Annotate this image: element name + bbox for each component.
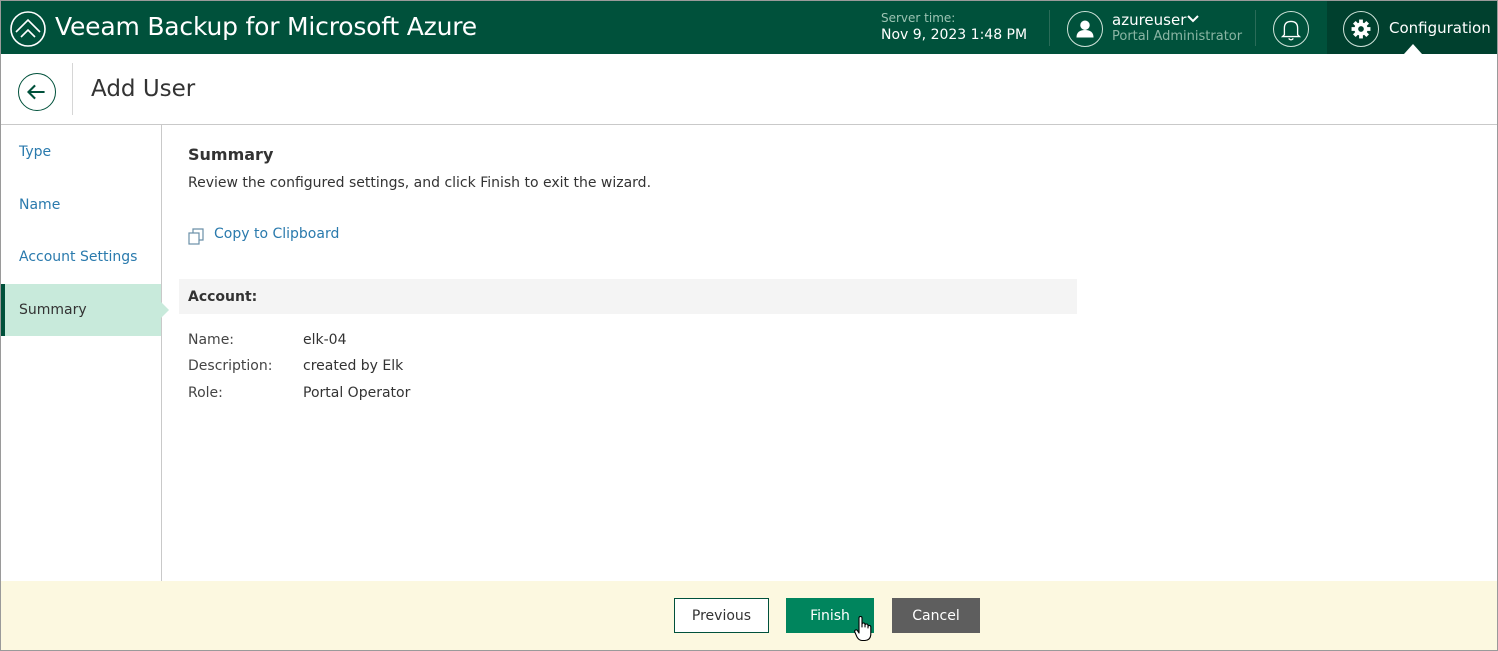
server-time-label: Server time: — [881, 11, 956, 25]
wizard-step-summary[interactable]: Summary — [1, 284, 169, 336]
field-key: Role: — [188, 385, 223, 401]
cancel-button[interactable]: Cancel — [892, 598, 980, 633]
field-key: Name: — [188, 332, 235, 348]
server-time-value: Nov 9, 2023 1:48 PM — [881, 27, 1028, 43]
active-caret — [1404, 44, 1422, 54]
user-role: Portal Administrator — [1112, 29, 1243, 44]
summary-description: Review the configured settings, and clic… — [188, 175, 652, 191]
summary-title: Summary — [188, 145, 274, 164]
gear-icon — [1343, 11, 1379, 47]
app-window: Veeam Backup for Microsoft Azure Server … — [0, 0, 1498, 651]
user-icon[interactable] — [1067, 11, 1103, 47]
bell-icon[interactable] — [1273, 11, 1309, 47]
wizard-step-label: Name — [19, 197, 61, 213]
field-value: elk-04 — [303, 332, 347, 348]
header-divider — [1049, 10, 1050, 46]
copy-to-clipboard-label: Copy to Clipboard — [214, 226, 340, 242]
hand-cursor-icon — [854, 616, 872, 642]
wizard-step-label: Summary — [19, 302, 87, 318]
title-divider — [72, 63, 73, 115]
wizard-step-type[interactable]: Type — [1, 126, 161, 178]
field-key: Description: — [188, 358, 273, 374]
wizard-step-name[interactable]: Name — [1, 179, 161, 231]
configuration-button[interactable]: Configuration — [1327, 1, 1497, 54]
account-section-header: Account: — [179, 279, 1077, 314]
configuration-label: Configuration — [1389, 19, 1491, 37]
field-value: created by Elk — [303, 358, 404, 374]
app-title: Veeam Backup for Microsoft Azure — [55, 12, 477, 41]
top-bar: Veeam Backup for Microsoft Azure Server … — [1, 1, 1497, 54]
page-title: Add User — [91, 76, 196, 102]
wizard-step-label: Account Settings — [19, 249, 138, 265]
veeam-logo-icon — [10, 11, 46, 47]
title-bar: Add User — [1, 54, 1497, 125]
copy-icon — [188, 228, 204, 245]
account-section-label: Account: — [188, 289, 258, 305]
field-value: Portal Operator — [303, 385, 411, 401]
wizard-footer: Previous Finish Cancel — [1, 581, 1497, 650]
back-arrow-icon[interactable] — [18, 73, 56, 111]
wizard-step-account-settings[interactable]: Account Settings — [1, 231, 161, 283]
server-time: Server time: Nov 9, 2023 1:48 PM — [881, 11, 1027, 44]
user-name[interactable]: azureuser — [1112, 11, 1186, 29]
summary-panel: Summary Review the configured settings, … — [163, 125, 1497, 581]
chevron-down-icon[interactable] — [1187, 14, 1199, 24]
header-divider — [1255, 10, 1256, 46]
wizard-step-label: Type — [19, 144, 52, 160]
wizard-steps: Type Name Account Settings Summary — [1, 125, 169, 581]
previous-button[interactable]: Previous — [674, 598, 769, 633]
